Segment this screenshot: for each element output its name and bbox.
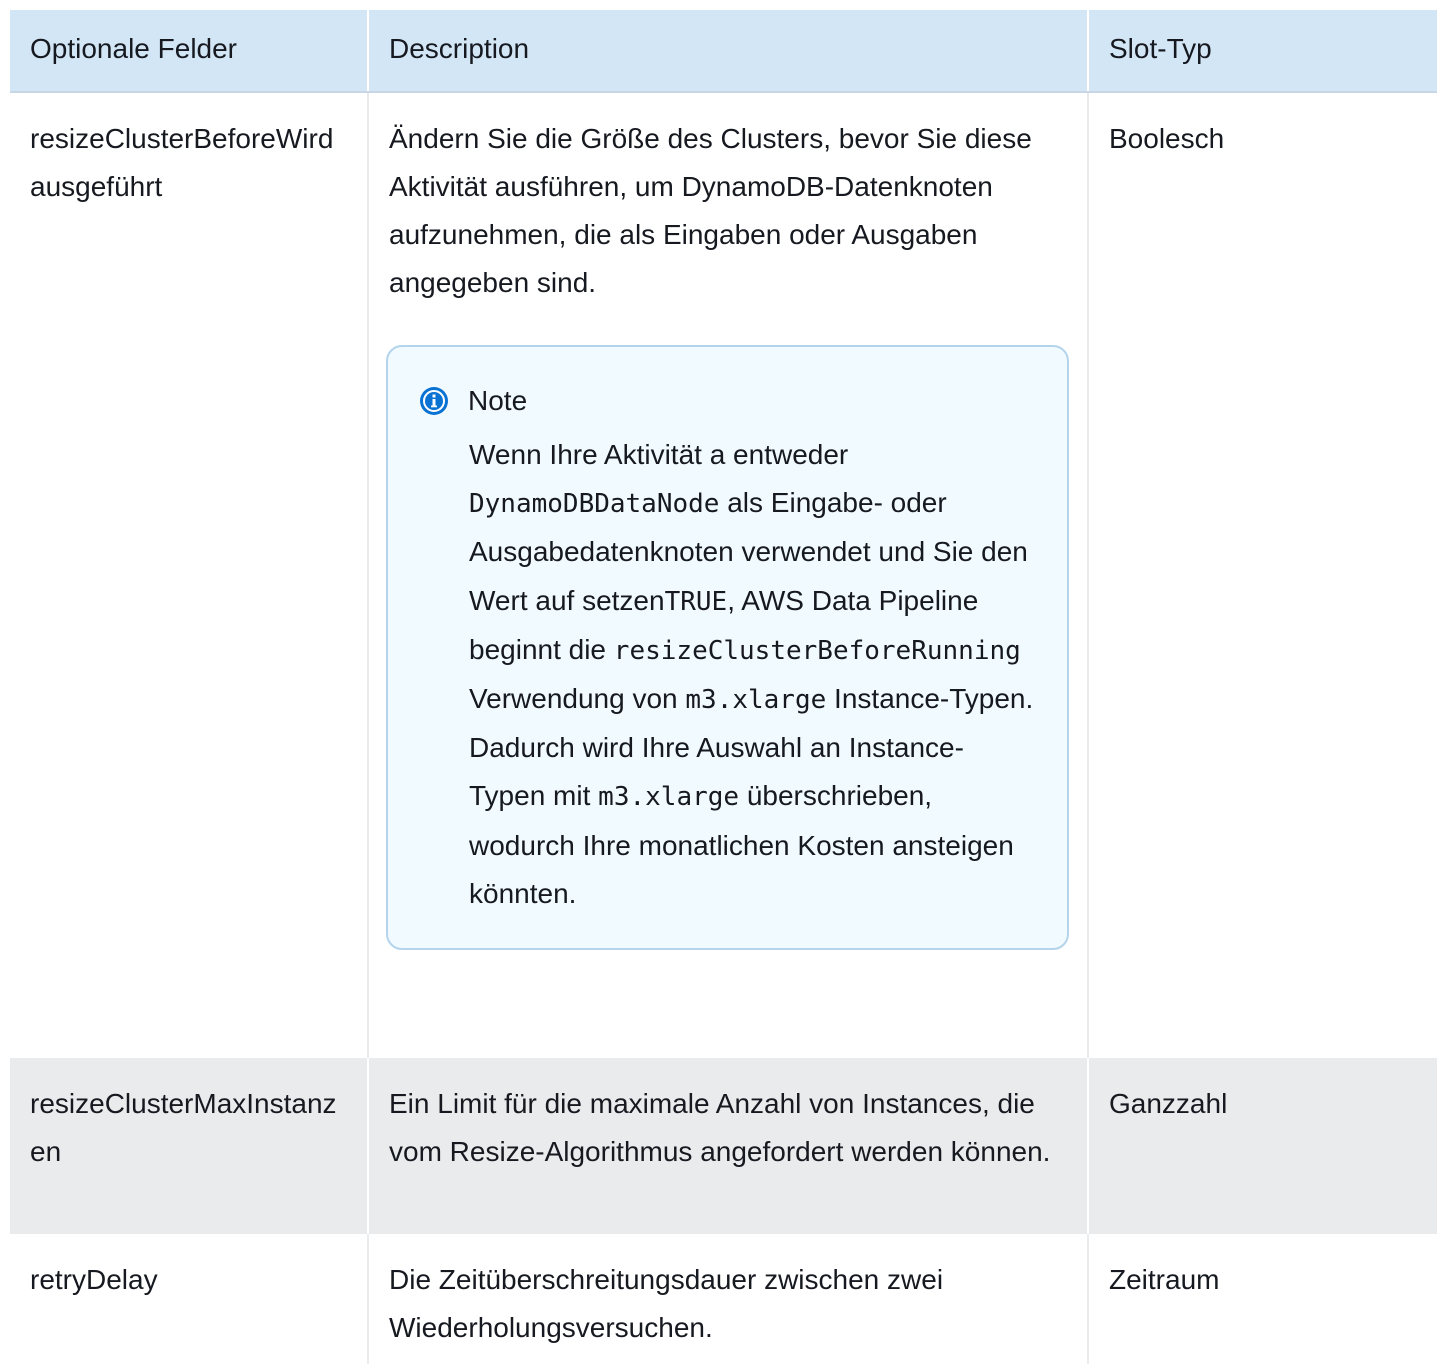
table-row: resizeClusterBeforeWird ausgeführt Änder… <box>10 93 1437 1058</box>
header-description: Description <box>369 10 1089 91</box>
field-type: Ganzzahl <box>1109 1088 1228 1119</box>
table-row: retryDelay Die Zeitüberschreitungsdauer … <box>10 1234 1437 1364</box>
table-header: Optionale Felder Description Slot-Typ <box>10 10 1437 93</box>
inline-code: m3.xlarge <box>685 685 827 716</box>
header-optional-fields: Optionale Felder <box>10 10 369 91</box>
table-row: resizeClusterMaxInstanzen Ein Limit für … <box>10 1058 1437 1234</box>
inline-code: m3.xlarge <box>598 782 740 813</box>
field-description: Ein Limit für die maximale Anzahl von In… <box>369 1058 1089 1234</box>
note-text: Verwendung von <box>469 683 686 715</box>
note-text: Wenn Ihre Aktivität a entweder <box>469 439 849 470</box>
note-title: Note <box>468 385 528 416</box>
slot-table: Optionale Felder Description Slot-Typ re… <box>10 10 1437 1364</box>
note-header: Note <box>420 381 1037 421</box>
inline-code: DynamoDBDataNode <box>469 489 720 520</box>
note-body: Wenn Ihre Aktivität a entweder DynamoDBD… <box>469 431 1037 918</box>
field-name: resizeClusterMaxInstanzen <box>10 1058 369 1234</box>
field-type: Boolesch <box>1109 123 1225 154</box>
note-box: Note Wenn Ihre Aktivität a entweder Dyna… <box>386 345 1069 951</box>
field-name: retryDelay <box>10 1234 369 1364</box>
field-description: Ändern Sie die Größe des Clusters, bevor… <box>369 93 1089 1058</box>
inline-code: resizeClusterBeforeRunning <box>613 635 1021 666</box>
info-icon <box>420 387 448 415</box>
inline-code: TRUE <box>664 586 728 617</box>
field-description: Die Zeitüberschreitungsdauer zwischen zw… <box>369 1234 1089 1364</box>
description-text: Ändern Sie die Größe des Clusters, bevor… <box>389 123 1032 298</box>
field-type: Zeitraum <box>1109 1264 1220 1295</box>
field-name: resizeClusterBeforeWird ausgeführt <box>10 93 369 1058</box>
header-slot-type: Slot-Typ <box>1109 33 1212 64</box>
